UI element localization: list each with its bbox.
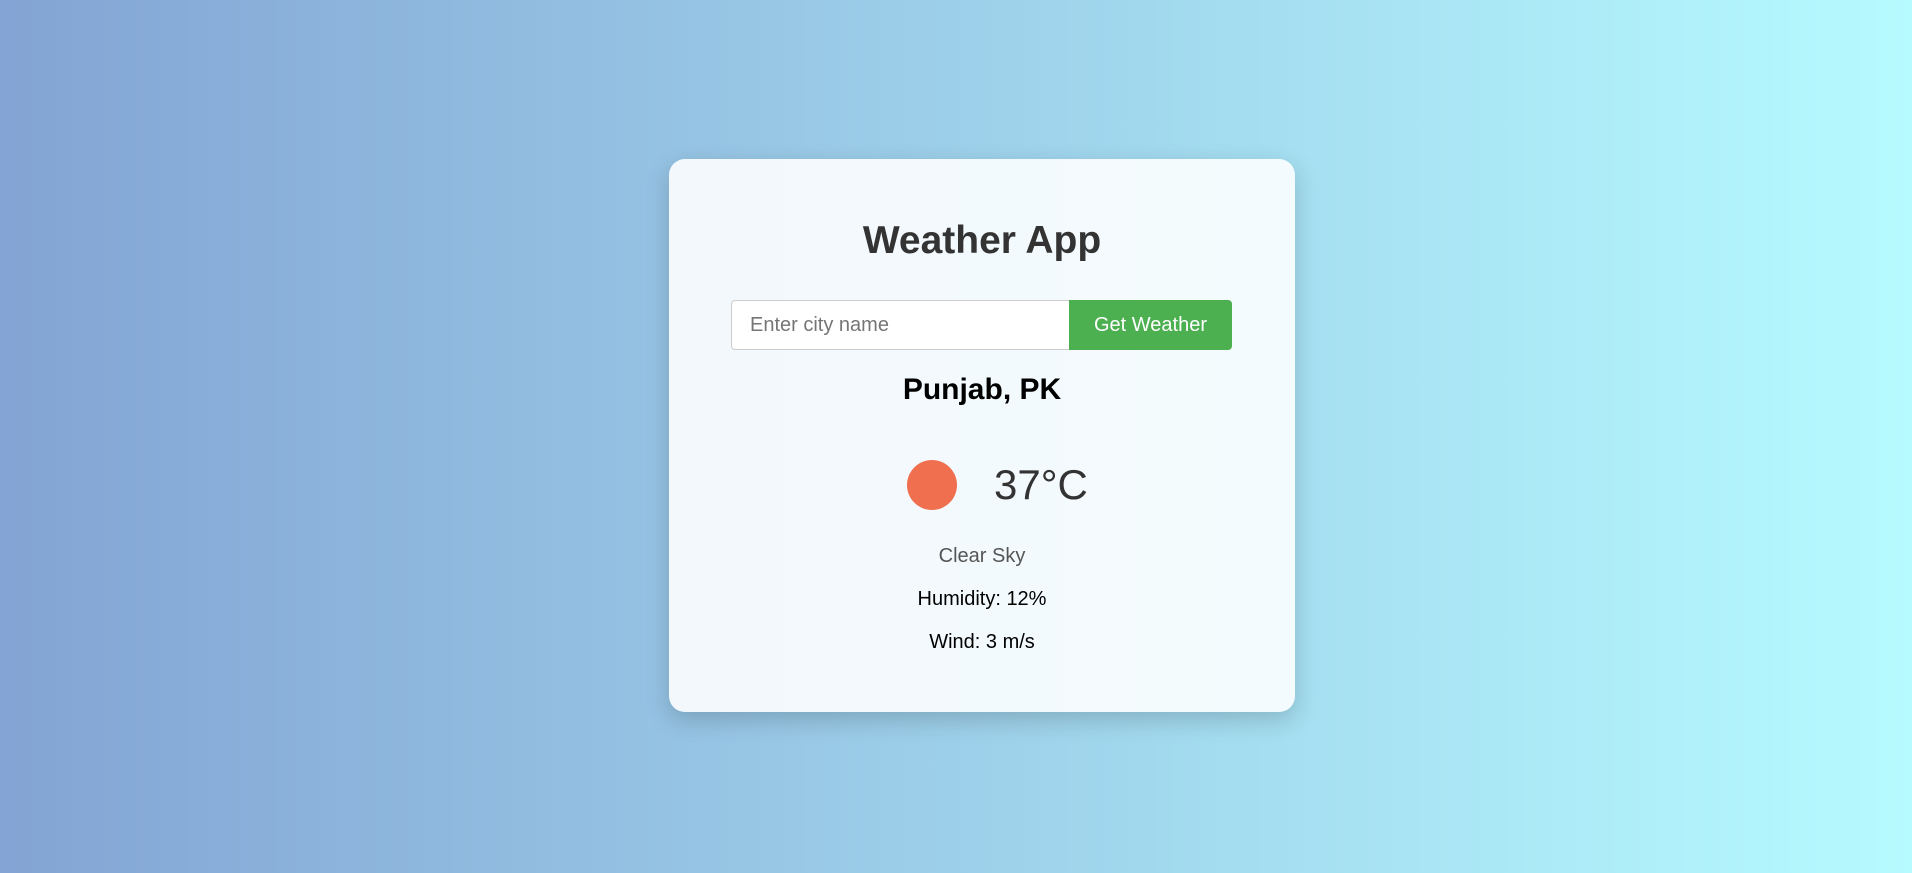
- humidity-value: Humidity: 12%: [917, 588, 1047, 610]
- app-title: Weather App: [862, 219, 1102, 262]
- weather-description: Clear Sky: [938, 545, 1026, 567]
- get-weather-button[interactable]: Get Weather: [1069, 300, 1232, 350]
- city-search-input[interactable]: [731, 300, 1069, 350]
- search-bar: Get Weather: [731, 300, 1232, 350]
- location-name: Punjab, PK: [902, 373, 1062, 406]
- temperature-value: 37°C: [994, 461, 1088, 508]
- wind-value: Wind: 3 m/s: [929, 631, 1035, 653]
- page-background: { "app": { "title": "Weather App" }, "se…: [0, 0, 1912, 873]
- temperature-row: 37°C: [669, 457, 1295, 513]
- weather-card: Weather App Get Weather Punjab, PK 37°C …: [669, 159, 1295, 712]
- sun-icon: [907, 460, 957, 510]
